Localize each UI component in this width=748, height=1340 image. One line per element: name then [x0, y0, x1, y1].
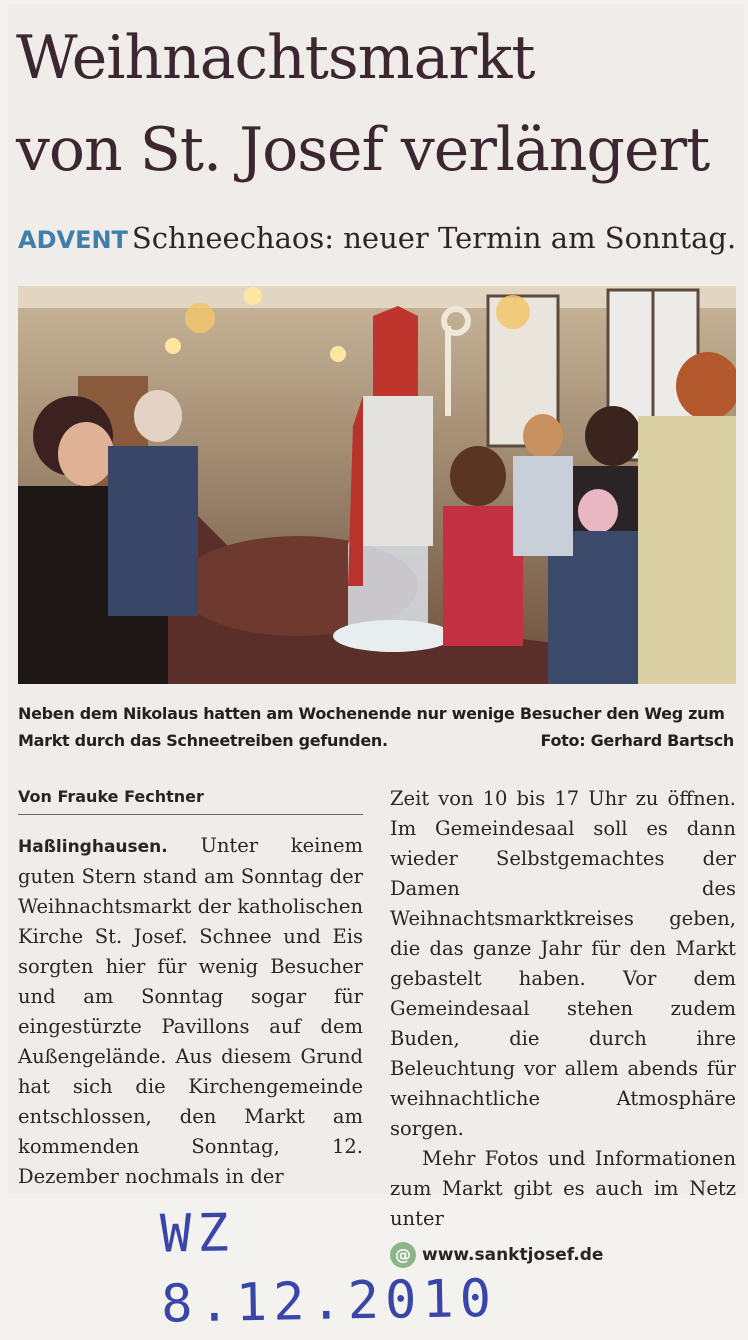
headline: Weihnachtsmarkt von St. Josef verlängert — [16, 12, 736, 196]
body-right-text: Zeit von 10 bis 17 Uhr zu öffnen. Im Gem… — [390, 787, 736, 1140]
photo-caption: Neben dem Nikolaus hatten am Wochenende … — [18, 700, 736, 754]
dateline-place: Haßlinghausen. — [18, 837, 168, 857]
body-left-text: Unter keinem guten Stern stand am Sonnta… — [18, 834, 363, 1188]
photo-credit: Foto: Gerhard Bartsch — [540, 731, 735, 750]
headline-line-1: Weihnachtsmarkt — [16, 23, 535, 93]
subheadline: ADVENT Schneechaos: neuer Termin am Sonnt… — [18, 218, 738, 260]
subheadline-text: Schneechaos: neuer Termin am Sonntag. — [131, 221, 737, 255]
kicker: ADVENT — [18, 226, 128, 254]
headline-line-2: von St. Josef verlängert — [16, 115, 710, 185]
article-column-left: Von Frauke Fechtner Haßlinghausen. Unter… — [18, 784, 363, 1192]
handwritten-date: WZ 8.12.2010 — [159, 1203, 498, 1335]
body-paragraph-1: Haßlinghausen. Unter keinem guten Stern … — [18, 831, 363, 1192]
author-byline: Von Frauke Fechtner — [18, 784, 363, 815]
article-photo — [18, 286, 736, 684]
market-scene-illustration — [18, 286, 736, 684]
